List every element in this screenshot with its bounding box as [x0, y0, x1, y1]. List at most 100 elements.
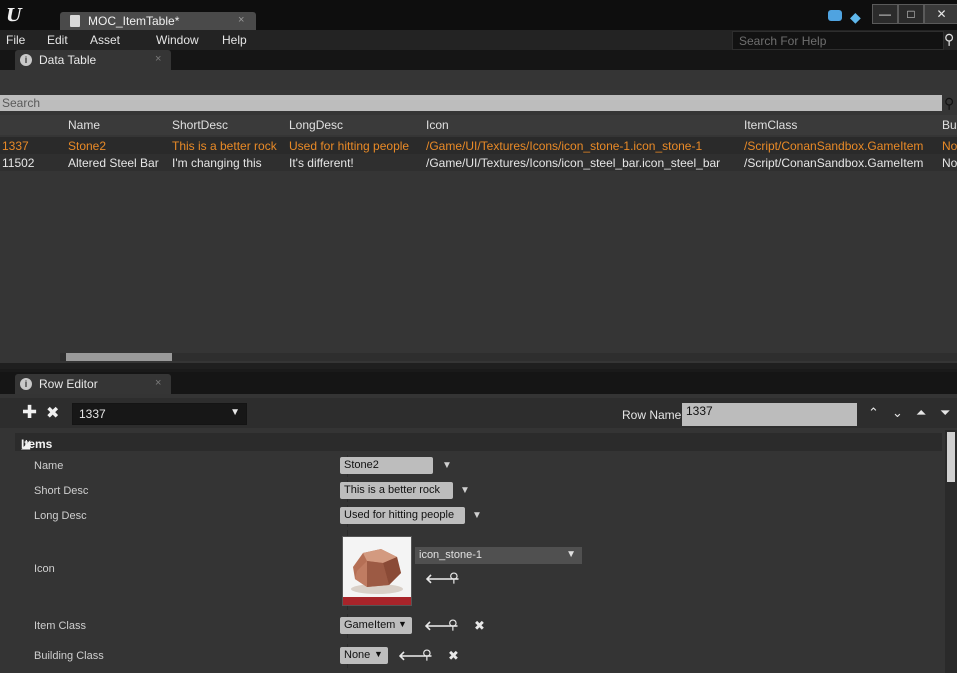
column-header-bu[interactable]: Bu	[942, 118, 957, 132]
data-table-asset-icon	[70, 15, 80, 27]
row-bu: No	[942, 156, 957, 170]
row-name: Altered Steel Bar	[68, 156, 159, 170]
unreal-logo-icon: U	[6, 5, 22, 26]
horizontal-scrollbar-thumb[interactable]	[66, 353, 172, 361]
row-id: 1337	[2, 139, 29, 153]
vertical-scrollbar-thumb[interactable]	[947, 432, 955, 482]
move-row-bottom-icon[interactable]: ⏷	[940, 405, 950, 421]
table-header: Name ShortDesc LongDesc Icon ItemClass B…	[0, 115, 957, 135]
name-combo[interactable]: Stone2	[340, 457, 433, 474]
prop-label-name: Name	[34, 460, 64, 472]
menu-window[interactable]: Window	[156, 33, 199, 47]
chevron-down-icon[interactable]: ▼	[472, 510, 482, 521]
prop-row-name: Name Stone2 ▼	[15, 455, 942, 477]
prop-row-short-desc: Short Desc This is a better rock ▼	[15, 480, 942, 502]
prop-label-building-class: Building Class	[34, 650, 104, 662]
tab-data-table-label: Data Table	[39, 53, 97, 67]
tab-row-editor[interactable]: i Row Editor ×	[15, 374, 171, 394]
menu-file[interactable]: File	[6, 33, 25, 47]
prop-row-icon: Icon	[15, 530, 942, 610]
row-name: Stone2	[68, 139, 107, 153]
browse-search-icon[interactable]: ⚲	[449, 570, 459, 586]
tab-data-table-close-button[interactable]: ×	[155, 53, 161, 65]
short-desc-combo[interactable]: This is a better rock	[340, 482, 453, 499]
row-icon-path: /Game/UI/Textures/Icons/icon_steel_bar.i…	[426, 156, 721, 170]
prop-label-item-class: Item Class	[34, 620, 86, 632]
items-section-header[interactable]: ◢ Items	[15, 433, 942, 451]
icon-thumbnail-stripe	[343, 597, 411, 605]
close-window-button[interactable]: ✕	[924, 4, 957, 24]
horizontal-scrollbar[interactable]	[60, 353, 957, 361]
short-desc-value: This is a better rock	[344, 484, 440, 496]
table-row[interactable]: 1337 Stone2 This is a better rock Used f…	[0, 137, 957, 154]
row-shortdesc: This is a better rock	[172, 139, 277, 153]
help-search-placeholder: Search For Help	[739, 34, 827, 48]
tab-row-editor-close-button[interactable]: ×	[155, 377, 161, 389]
clear-icon[interactable]: ✖	[474, 618, 485, 634]
panel-divider	[0, 363, 957, 369]
row-name-label: Row Name:	[622, 408, 685, 422]
building-class-value: None	[344, 649, 371, 661]
document-tab-close-button[interactable]: ×	[238, 14, 244, 26]
chevron-down-icon: ▼	[230, 407, 240, 418]
tutorial-icon[interactable]: ◆	[850, 9, 868, 25]
prop-row-long-desc: Long Desc Used for hitting people ▼	[15, 505, 942, 527]
column-header-itemclass[interactable]: ItemClass	[744, 118, 797, 132]
document-tab[interactable]: MOC_ItemTable* ×	[60, 12, 256, 30]
column-header-shortdesc[interactable]: ShortDesc	[172, 118, 228, 132]
item-class-value: GameItem	[344, 619, 396, 631]
data-table-search-placeholder: Search	[2, 96, 41, 110]
row-bu: No	[942, 139, 957, 153]
tab-data-table[interactable]: i Data Table ×	[15, 50, 171, 70]
maximize-button[interactable]: □	[898, 4, 924, 24]
row-name-input[interactable]: 1337	[682, 403, 857, 426]
icon-asset-value: icon_stone-1	[419, 549, 482, 561]
column-header-name[interactable]: Name	[68, 118, 100, 132]
row-shortdesc: I'm changing this	[172, 156, 262, 170]
table-row[interactable]: 11502 Altered Steel Bar I'm changing thi…	[0, 154, 957, 171]
menu-asset[interactable]: Asset	[90, 33, 120, 47]
row-editor-tab-icon: i	[20, 378, 32, 390]
remove-row-button[interactable]: ✖	[46, 403, 59, 423]
move-row-up-icon[interactable]: ⌃	[868, 405, 879, 421]
row-itemclass: /Script/ConanSandbox.GameItem	[744, 156, 924, 170]
add-row-button[interactable]: ✚	[22, 402, 37, 423]
move-row-top-icon[interactable]: ⏶	[916, 405, 926, 421]
name-value: Stone2	[344, 459, 379, 471]
document-tab-title: MOC_ItemTable*	[88, 14, 180, 28]
row-select-dropdown[interactable]: 1337 ▼	[72, 403, 247, 425]
icon-asset-dropdown[interactable]: icon_stone-1 ▼	[415, 547, 582, 564]
chevron-down-icon[interactable]: ▼	[442, 460, 452, 471]
move-row-down-icon[interactable]: ⌄	[892, 405, 903, 421]
prop-label-short-desc: Short Desc	[34, 485, 89, 497]
menu-edit[interactable]: Edit	[47, 33, 68, 47]
help-search-input[interactable]: Search For Help	[732, 31, 944, 50]
row-editor-tab-strip: i Row Editor ×	[0, 372, 957, 394]
prop-label-icon: Icon	[34, 563, 55, 575]
icon-thumbnail[interactable]	[342, 536, 412, 606]
minimize-button[interactable]: —	[872, 4, 898, 24]
row-select-value: 1337	[79, 407, 106, 421]
column-header-icon[interactable]: Icon	[426, 118, 449, 132]
data-table-search-input[interactable]: Search	[0, 95, 942, 111]
browse-search-icon[interactable]: ⚲	[448, 617, 458, 633]
chevron-down-icon[interactable]: ▼	[460, 485, 470, 496]
browse-search-icon[interactable]: ⚲	[422, 647, 432, 663]
chevron-down-icon: ▼	[566, 549, 576, 560]
chevron-down-icon: ▼	[374, 649, 383, 659]
menu-help[interactable]: Help	[222, 33, 247, 47]
data-table-tab-icon: i	[20, 54, 32, 66]
data-table-tab-strip: i Data Table ×	[0, 50, 957, 70]
building-class-combo[interactable]: None ▼	[340, 647, 388, 664]
chat-icon[interactable]	[828, 10, 842, 21]
row-name-value: 1337	[686, 404, 713, 418]
row-id: 11502	[2, 156, 35, 170]
row-icon-path: /Game/UI/Textures/Icons/icon_stone-1.ico…	[426, 139, 703, 153]
item-class-combo[interactable]: GameItem ▼	[340, 617, 412, 634]
chevron-down-icon: ▼	[398, 619, 407, 629]
search-icon[interactable]: ⚲	[944, 95, 957, 111]
search-icon[interactable]: ⚲	[944, 31, 957, 47]
long-desc-combo[interactable]: Used for hitting people	[340, 507, 465, 524]
column-header-longdesc[interactable]: LongDesc	[289, 118, 343, 132]
clear-icon[interactable]: ✖	[448, 648, 459, 664]
